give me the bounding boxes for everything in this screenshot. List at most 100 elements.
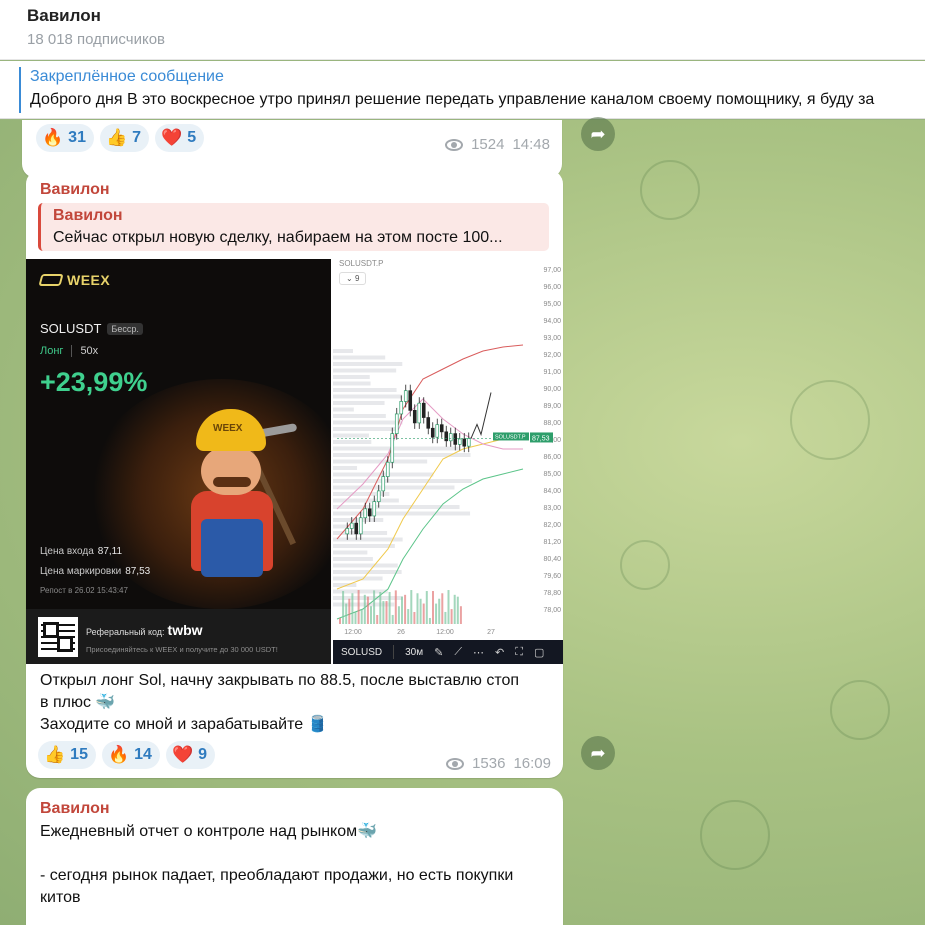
volume-bar <box>410 590 413 624</box>
chart-toolbar: SOLUSD 30м ✎ ⟋ ⋯ ↶ ⛶ ▢ <box>333 640 563 664</box>
volume-bar <box>345 603 348 624</box>
reaction-fire[interactable]: 🔥 14 <box>101 741 160 769</box>
thumbs-up-icon: 👍 <box>105 128 128 147</box>
undo-icon: ↶ <box>495 646 505 659</box>
toolbar-separator <box>393 645 395 659</box>
y-tick-label: 78,00 <box>543 607 561 614</box>
reaction-thumbs-up[interactable]: 👍 7 <box>99 124 150 152</box>
y-tick-label: 80,40 <box>543 556 561 563</box>
message-bubble[interactable]: Вавилон Вавилон Сейчас открыл новую сдел… <box>26 170 563 778</box>
subscriber-count: 18 018 подписчиков <box>27 31 166 48</box>
reaction-count: 9 <box>198 746 208 763</box>
volume-bar <box>419 598 422 624</box>
y-tick-label: 88,00 <box>543 420 561 427</box>
volume-bar <box>425 591 428 624</box>
volume-profile-bar <box>333 498 399 503</box>
miner-helmet: WEEX <box>196 409 266 451</box>
pinned-accent-bar <box>19 67 21 113</box>
background-doodle <box>790 380 870 460</box>
text-line: китов <box>40 889 81 906</box>
reply-text: Сейчас открыл новую сделку, набираем на … <box>53 229 503 246</box>
volume-bar <box>432 591 434 624</box>
background-doodle <box>700 800 770 870</box>
volume-profile-bar <box>333 453 471 457</box>
volume-bar <box>391 614 394 624</box>
pinned-text: Доброго дня В это воскресное утро принял… <box>30 91 875 108</box>
eye-icon <box>445 138 464 151</box>
entry-label: Цена входа <box>40 546 94 557</box>
volume-profile-bar <box>333 355 386 360</box>
volume-bar <box>444 611 447 624</box>
message-author[interactable]: Вавилон <box>40 800 110 818</box>
candle-body <box>367 508 372 517</box>
reactions-row: 🔥 31 👍 7 ❤️ 5 <box>36 124 205 152</box>
pinned-message[interactable]: Закреплённое сообщение Доброго дня В это… <box>0 61 925 119</box>
view-count: 1536 <box>472 755 506 772</box>
forward-icon[interactable]: ➦ <box>581 736 615 770</box>
volume-profile-bar <box>333 511 471 516</box>
candle-body <box>448 433 453 442</box>
volume-bar <box>373 590 376 624</box>
volume-profile-bar <box>333 446 459 451</box>
candle-body <box>372 501 377 517</box>
reaction-heart[interactable]: ❤️ 9 <box>165 741 216 769</box>
message-author[interactable]: Вавилон <box>40 181 110 199</box>
repost-time: Репост в 26.02 15:43:47 <box>40 586 128 595</box>
candle-body <box>399 401 404 415</box>
weex-trade-card-image[interactable]: WEEX SOLUSDT Бесср. Лонг 50x +23,99% WEEX … <box>26 259 331 664</box>
message-meta: 1524 14:48 <box>445 136 550 153</box>
helmet-text: WEEX <box>213 423 243 434</box>
y-tick-label: 83,00 <box>543 505 561 512</box>
volume-bar <box>416 593 419 624</box>
trade-side: Лонг 50x <box>40 345 98 357</box>
volume-profile-bar <box>333 479 472 483</box>
reaction-fire[interactable]: 🔥 31 <box>36 124 94 152</box>
volume-profile-bar <box>333 362 403 366</box>
volume-bar <box>351 593 354 624</box>
miner-face <box>201 447 261 495</box>
y-tick-label: 86,00 <box>543 454 561 461</box>
forward-icon[interactable]: ➦ <box>581 117 615 151</box>
volume-bar <box>357 590 360 624</box>
reply-quote[interactable]: Вавилон Сейчас открыл новую сделку, наби… <box>38 203 549 251</box>
volume-bar <box>348 598 351 624</box>
price-tag-value: 87,53 <box>532 435 550 442</box>
volume-bar <box>388 591 391 624</box>
y-tick-label: 79,60 <box>543 573 561 580</box>
referral-bar: Реферальный код: twbw Присоединяйтесь к W… <box>26 609 331 664</box>
volume-bar <box>376 614 379 624</box>
message-bubble[interactable]: Вавилон Ежедневный отчет о контроле над … <box>26 788 563 925</box>
chat-header[interactable]: Вавилон 18 018 подписчиков <box>0 0 925 60</box>
toolbar-symbol: SOLUSD <box>341 646 383 658</box>
message-text: Ежедневный отчет о контроле над рынком🐳 … <box>40 821 513 909</box>
pencil-icon: ✎ <box>434 646 444 659</box>
candle-body <box>358 517 363 535</box>
volume-bar <box>422 603 425 624</box>
volume-profile-bar <box>333 349 353 353</box>
volume-profile-bar <box>333 485 455 490</box>
candle-body <box>349 522 354 529</box>
volume-profile-bar <box>333 414 386 418</box>
text-line: в плюс 🐳 <box>40 694 116 711</box>
background-doodle <box>830 680 890 740</box>
channel-title: Вавилон <box>27 6 101 25</box>
volume-bar <box>366 596 369 624</box>
mark-label: Цена маркировки <box>40 566 122 577</box>
reaction-count: 15 <box>70 746 88 763</box>
volume-profile-bar <box>333 427 396 431</box>
volume-bar <box>397 606 400 624</box>
y-tick-label: 82,00 <box>543 522 561 529</box>
candle-body <box>345 528 350 535</box>
reaction-thumbs-up[interactable]: 👍 15 <box>38 741 96 769</box>
volume-bar <box>438 598 441 624</box>
eye-icon <box>446 757 465 770</box>
reaction-heart[interactable]: ❤️ 5 <box>155 124 205 152</box>
candle-body <box>462 438 467 447</box>
price-chart-image[interactable]: SOLUSDT.P ⌄ 9 97,00 96,00 95,00 94,00 93,00 9… <box>333 259 563 664</box>
weex-logo: WEEX <box>38 272 110 288</box>
volume-bar <box>413 612 416 624</box>
x-tick-label: 12:00 <box>344 629 362 636</box>
price-tag-label: SOLUSDT.P <box>495 434 526 440</box>
view-count: 1524 <box>471 136 505 153</box>
text-line: - сегодня рынок падает, преобладают прод… <box>40 867 514 884</box>
